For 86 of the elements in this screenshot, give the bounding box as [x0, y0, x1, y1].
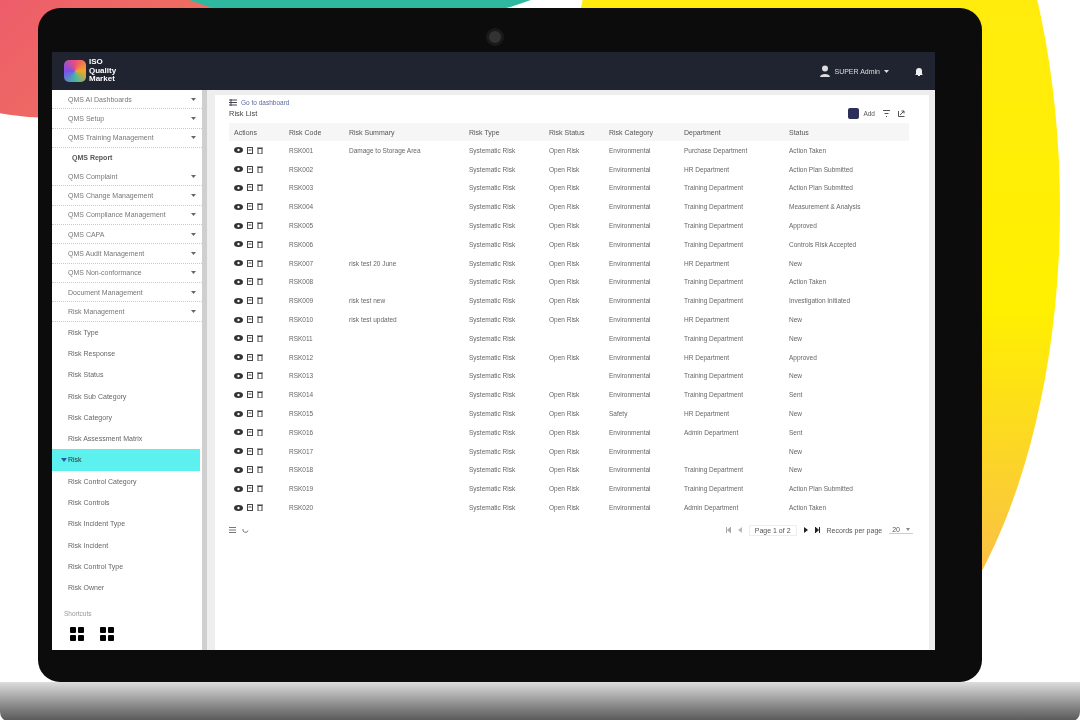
- delete-icon[interactable]: [257, 222, 263, 230]
- delete-icon[interactable]: [257, 485, 263, 493]
- caret-icon[interactable]: [191, 97, 196, 101]
- delete-icon[interactable]: [257, 410, 263, 418]
- export-icon[interactable]: [898, 110, 905, 117]
- edit-icon[interactable]: [247, 240, 253, 248]
- view-icon[interactable]: [234, 485, 243, 492]
- delete-icon[interactable]: [257, 447, 263, 455]
- view-icon[interactable]: [234, 278, 243, 285]
- caret-icon[interactable]: [191, 252, 196, 255]
- caret-icon[interactable]: [191, 194, 196, 198]
- edit-icon[interactable]: [247, 372, 253, 380]
- delete-icon[interactable]: [257, 165, 263, 173]
- edit-icon[interactable]: [247, 447, 253, 455]
- edit-icon[interactable]: [247, 297, 253, 305]
- delete-icon[interactable]: [257, 372, 263, 380]
- delete-icon[interactable]: [257, 391, 263, 399]
- delete-icon[interactable]: [257, 259, 263, 267]
- edit-icon[interactable]: [247, 353, 253, 361]
- delete-icon[interactable]: [257, 353, 263, 361]
- edit-icon[interactable]: [247, 485, 253, 493]
- view-icon[interactable]: [234, 260, 243, 267]
- view-icon[interactable]: [234, 335, 243, 342]
- grid-icon[interactable]: [100, 627, 114, 642]
- view-icon[interactable]: [234, 429, 243, 436]
- edit-icon[interactable]: [247, 334, 253, 342]
- edit-icon[interactable]: [247, 278, 253, 286]
- delete-icon[interactable]: [257, 466, 263, 474]
- view-icon[interactable]: [234, 297, 243, 304]
- next-page-icon[interactable]: [803, 527, 808, 534]
- caret-icon[interactable]: [191, 213, 196, 217]
- bell-icon[interactable]: [915, 66, 923, 76]
- edit-icon[interactable]: [247, 504, 253, 512]
- camera-icon: [486, 28, 504, 46]
- delete-icon[interactable]: [257, 203, 263, 211]
- edit-icon[interactable]: [247, 259, 253, 267]
- delete-icon[interactable]: [257, 428, 263, 436]
- edit-icon[interactable]: [247, 184, 253, 192]
- dashboard-icon: [229, 99, 237, 106]
- view-icon[interactable]: [234, 391, 243, 398]
- delete-icon[interactable]: [257, 146, 263, 154]
- delete-icon[interactable]: [257, 297, 263, 305]
- logo-text: ISO Quality Market: [89, 58, 117, 84]
- edit-icon[interactable]: [247, 146, 253, 154]
- delete-icon[interactable]: [257, 278, 263, 286]
- columns-icon[interactable]: [229, 527, 236, 534]
- user-icon: [820, 65, 831, 77]
- view-icon[interactable]: [234, 185, 243, 191]
- view-icon[interactable]: [234, 316, 243, 323]
- caret-icon[interactable]: [191, 136, 196, 140]
- delete-icon[interactable]: [257, 240, 263, 248]
- view-icon[interactable]: [234, 466, 243, 473]
- logo-icon: [64, 60, 86, 82]
- view-icon[interactable]: [234, 222, 243, 229]
- delete-icon[interactable]: [257, 334, 263, 342]
- delete-icon[interactable]: [257, 504, 263, 512]
- delete-icon[interactable]: [257, 316, 263, 324]
- edit-icon[interactable]: [247, 428, 253, 436]
- view-icon[interactable]: [234, 410, 243, 417]
- edit-icon[interactable]: [247, 222, 253, 230]
- caret-icon[interactable]: [884, 69, 889, 73]
- caret-icon[interactable]: [191, 174, 196, 178]
- edit-icon[interactable]: [247, 203, 253, 211]
- grid-icon[interactable]: [70, 627, 84, 642]
- delete-icon[interactable]: [257, 184, 263, 192]
- view-icon[interactable]: [234, 448, 243, 455]
- edit-icon[interactable]: [247, 316, 253, 324]
- caret-icon[interactable]: [191, 290, 196, 294]
- view-icon[interactable]: [234, 147, 243, 154]
- edit-icon[interactable]: [247, 391, 253, 399]
- caret-icon[interactable]: [191, 309, 196, 313]
- caret-icon[interactable]: [191, 232, 196, 236]
- view-icon[interactable]: [234, 504, 243, 511]
- view-icon[interactable]: [234, 166, 243, 173]
- last-page-icon[interactable]: [814, 527, 820, 534]
- view-icon[interactable]: [234, 241, 243, 248]
- filter-icon[interactable]: [883, 110, 890, 117]
- view-icon[interactable]: [234, 372, 243, 379]
- caret-icon[interactable]: [191, 116, 196, 120]
- view-icon[interactable]: [234, 203, 243, 210]
- caret-icon: [61, 458, 67, 462]
- edit-icon[interactable]: [247, 466, 253, 474]
- edit-icon[interactable]: [247, 410, 253, 418]
- caret-icon[interactable]: [191, 271, 196, 275]
- edit-icon[interactable]: [247, 165, 253, 173]
- view-icon[interactable]: [234, 354, 243, 361]
